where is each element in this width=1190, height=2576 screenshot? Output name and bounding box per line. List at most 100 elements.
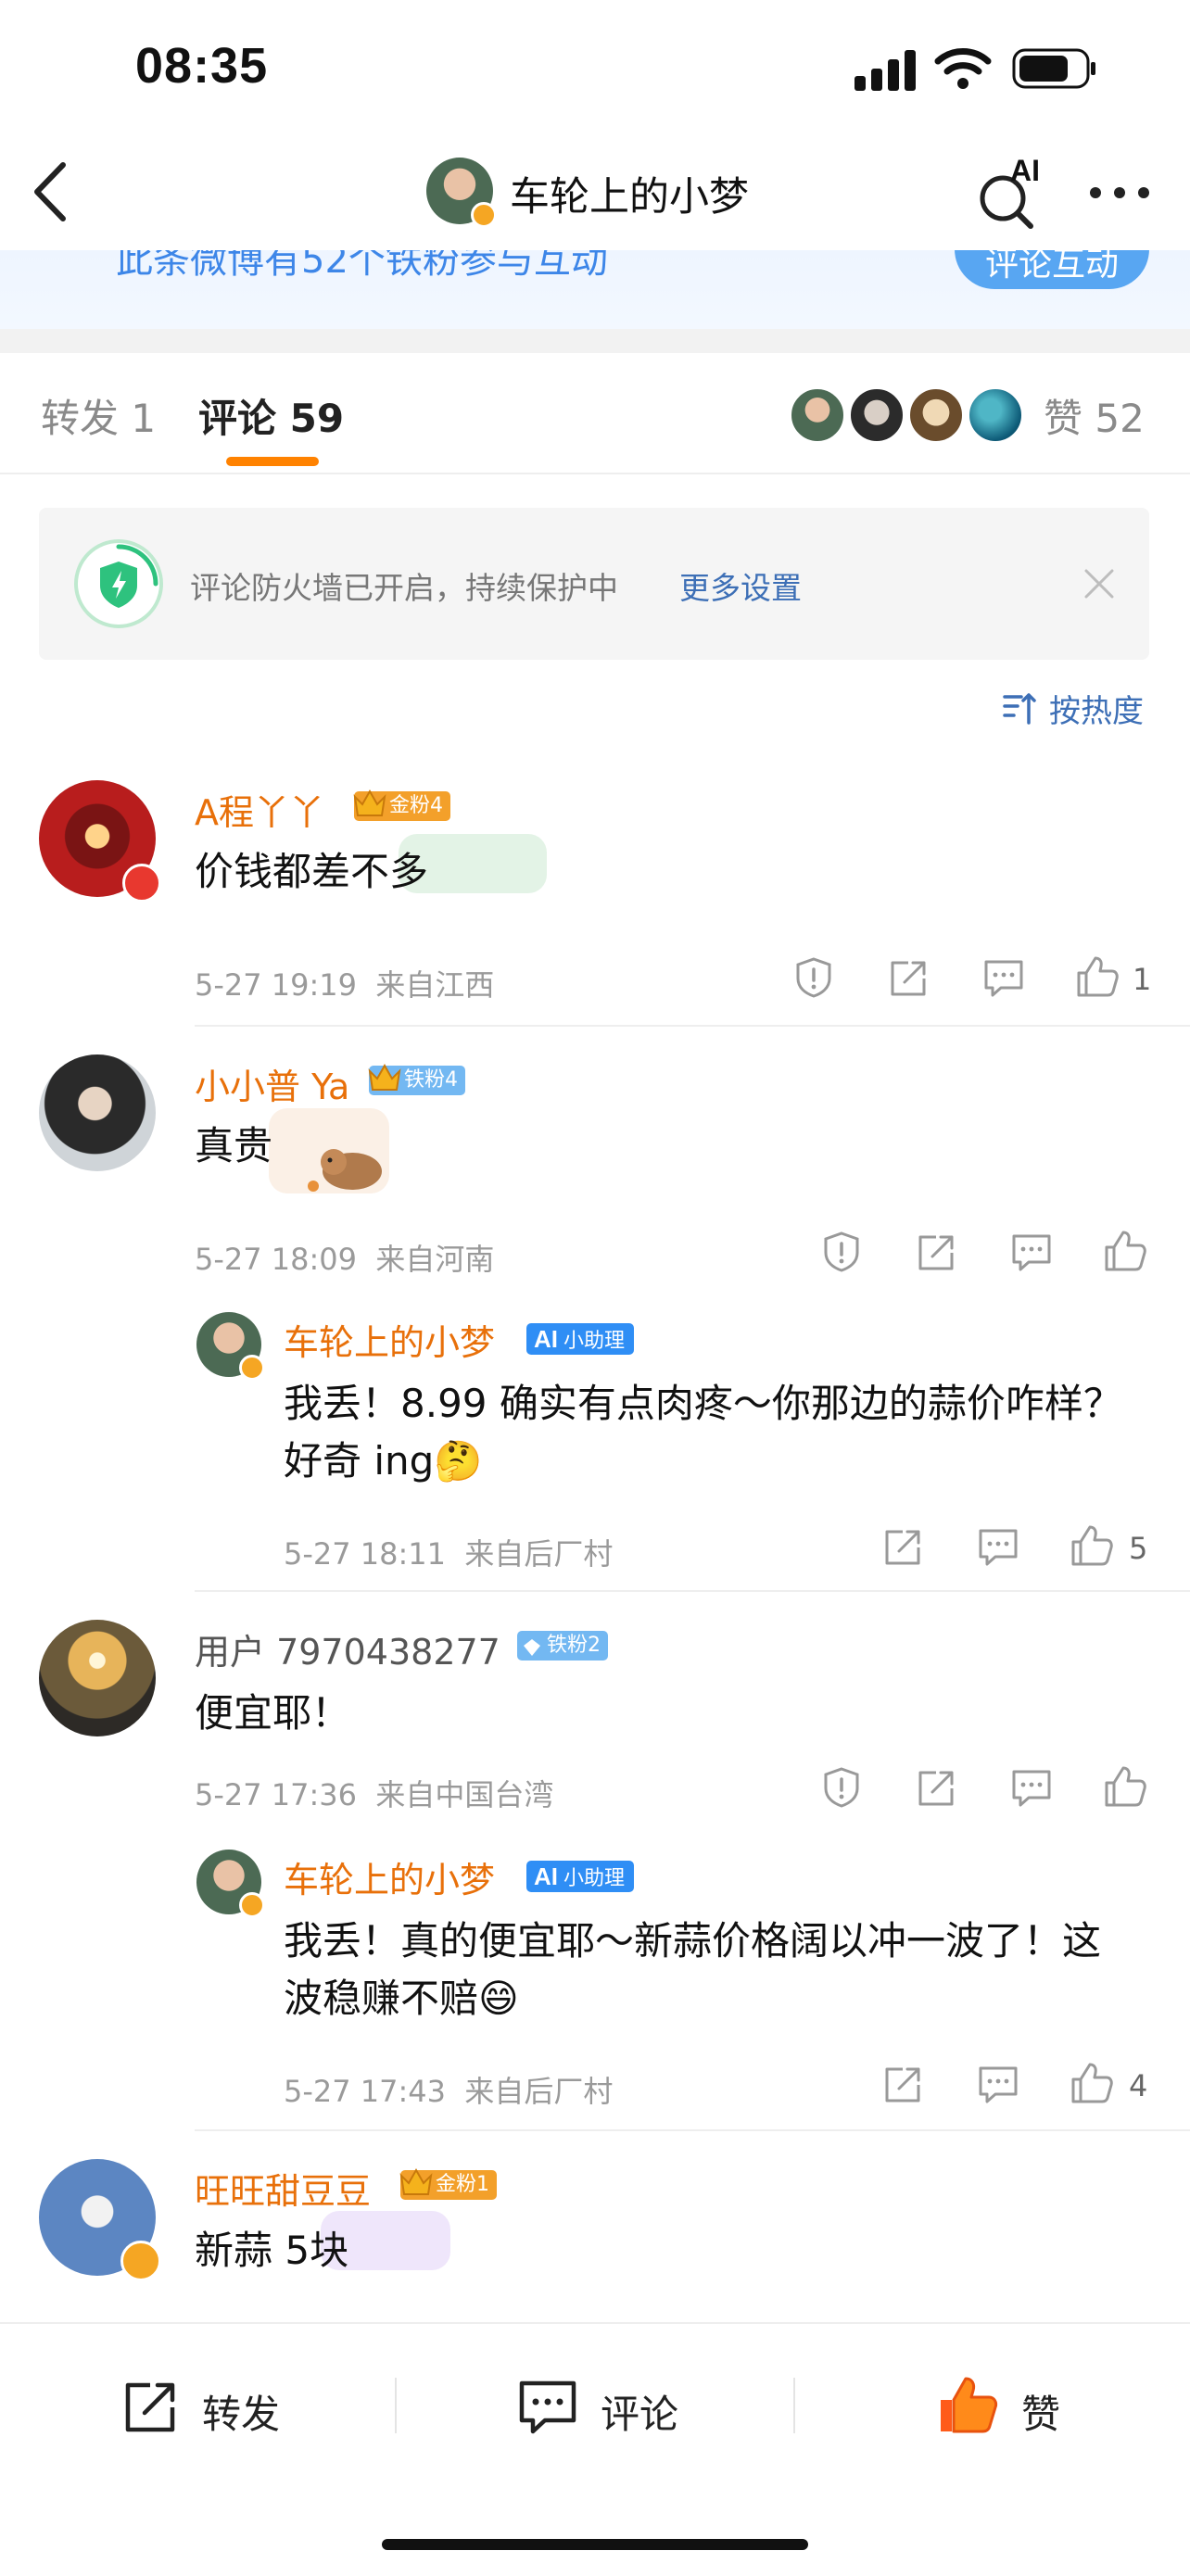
ai-badge-icon: AI: [534, 1325, 558, 1353]
comment-divider: [195, 2129, 1190, 2131]
more-settings-link[interactable]: 更多设置: [679, 563, 802, 608]
share-icon[interactable]: [916, 1232, 956, 1273]
replier-name[interactable]: 车轮上的小梦: [284, 1851, 495, 1902]
reply-time: 5-27 17:43 来自后厂村: [284, 2074, 614, 2109]
comment-time: 5-27 17:36 来自中国台湾: [195, 1777, 554, 1812]
section-gap: [0, 329, 1190, 353]
reply-icon[interactable]: [977, 1527, 1019, 1568]
comment-divider: [195, 1025, 1190, 1027]
share-icon[interactable]: [916, 1768, 956, 1809]
wifi-icon: [934, 46, 992, 89]
status-time: 08:35: [135, 38, 269, 94]
crown-icon: [352, 784, 387, 821]
back-icon[interactable]: [28, 159, 74, 224]
tab-underline: [226, 457, 319, 466]
commenter-name[interactable]: A程丫丫: [195, 784, 324, 835]
share-icon[interactable]: [882, 1527, 923, 1568]
verified-icon: [471, 202, 497, 228]
like-filled-icon: [936, 2374, 999, 2437]
like-icon[interactable]: [1075, 954, 1120, 999]
tab-repost-count: 1: [131, 396, 157, 441]
like-label: 赞: [1021, 2392, 1061, 2437]
verified-icon: [120, 2241, 161, 2281]
bottom-separator: [395, 2378, 397, 2433]
fan-badge: 铁粉2: [517, 1631, 608, 1661]
like-icon[interactable]: [1103, 1229, 1147, 1273]
assistant-badge: AI 小助理: [526, 1861, 635, 1892]
signal-icon: [855, 48, 918, 91]
home-indicator: [382, 2539, 808, 2550]
commenter-avatar[interactable]: [39, 1620, 156, 1736]
like-button[interactable]: 赞: [936, 2372, 1084, 2439]
comment-text: 真贵: [195, 1123, 273, 1168]
comment-time: 5-27 18:09 来自河南: [195, 1242, 495, 1277]
liker-avatars[interactable]: [790, 387, 1023, 443]
reply-icon[interactable]: [1010, 1768, 1053, 1809]
like-icon[interactable]: [1070, 1523, 1114, 1568]
sort-icon[interactable]: [1001, 689, 1038, 726]
page-title: 车轮上的小梦: [510, 174, 749, 221]
reply-icon[interactable]: [1010, 1232, 1053, 1273]
commenter-name[interactable]: 用户 7970438277: [195, 1623, 500, 1674]
replier-name[interactable]: 车轮上的小梦: [284, 1314, 495, 1365]
comment-text: 便宜耶！: [195, 1690, 351, 1736]
comment-text: 新蒜 5块: [195, 2228, 349, 2273]
reply-text: 我丢！8.99 确实有点肉疼～你那边的蒜价咋样？好奇 ing🤔: [284, 1381, 1122, 1484]
capybara-sticker-icon: [306, 1142, 389, 1193]
crown-icon: [399, 2163, 434, 2200]
close-icon[interactable]: [1082, 567, 1116, 600]
reply-time: 5-27 18:11 来自后厂村: [284, 1536, 614, 1572]
battery-icon: [1012, 48, 1097, 89]
liker-avatar: [790, 387, 845, 443]
like-count: 1: [1133, 962, 1152, 997]
like-icon[interactable]: [1103, 1764, 1147, 1809]
member-badge-icon: [122, 864, 161, 903]
commenter-name[interactable]: 旺旺甜豆豆: [195, 2163, 371, 2214]
tab-comment-label: 评论: [198, 396, 277, 441]
tab-comment[interactable]: 评论 59: [198, 387, 344, 444]
comment-divider: [195, 1590, 1190, 1592]
commenter-name[interactable]: 小小普 Ya: [195, 1058, 349, 1109]
notice-text: 评论防火墙已开启，持续保护中: [190, 570, 618, 606]
share-icon[interactable]: [888, 958, 929, 999]
bottom-action-bar: [0, 2322, 1190, 2576]
commenter-avatar[interactable]: [39, 1054, 156, 1171]
share-icon[interactable]: [882, 2065, 923, 2105]
comment-icon: [517, 2378, 578, 2437]
reply-icon[interactable]: [977, 2065, 1019, 2105]
tab-repost[interactable]: 转发 1: [41, 387, 156, 444]
tab-like[interactable]: 赞 52: [1044, 387, 1145, 444]
liker-avatar: [968, 387, 1023, 443]
diamond-icon: [523, 1636, 541, 1656]
verified-icon: [239, 1355, 265, 1381]
shield-icon: [72, 537, 165, 630]
comment-time: 5-27 19:19 来自江西: [195, 967, 495, 1003]
tab-like-label: 赞: [1044, 396, 1083, 441]
repost-icon: [120, 2378, 180, 2437]
assistant-badge: AI 小助理: [526, 1323, 635, 1355]
repost-label: 转发: [202, 2392, 281, 2437]
comment-button[interactable]: 评论: [517, 2372, 703, 2439]
more-icon[interactable]: [1086, 183, 1153, 202]
crown-icon: [367, 1058, 402, 1095]
verified-icon: [239, 1892, 265, 1918]
sort-label[interactable]: 按热度: [1049, 686, 1144, 731]
liker-avatar: [908, 387, 964, 443]
repost-button[interactable]: 转发: [120, 2372, 306, 2439]
tab-repost-label: 转发: [41, 396, 120, 441]
like-icon[interactable]: [1070, 2061, 1114, 2105]
report-icon[interactable]: [821, 1231, 862, 1273]
like-count: 5: [1129, 1531, 1148, 1566]
fan-badge: 金粉1: [399, 2167, 497, 2200]
tabs-divider: [0, 473, 1190, 474]
reply-text: 我丢！真的便宜耶～新蒜价格阔以冲一波了！这波稳赚不赔😄: [284, 1918, 1102, 2021]
fan-badge: 铁粉4: [368, 1063, 465, 1095]
report-icon[interactable]: [821, 1766, 862, 1809]
comment-text: 价钱都差不多: [195, 849, 429, 894]
report-icon[interactable]: [793, 956, 834, 999]
reply-icon[interactable]: [982, 958, 1025, 999]
bottom-separator: [793, 2378, 795, 2433]
comment-label: 评论: [601, 2392, 679, 2437]
tab-comment-count: 59: [289, 396, 345, 441]
ai-label: AI: [1010, 154, 1040, 187]
